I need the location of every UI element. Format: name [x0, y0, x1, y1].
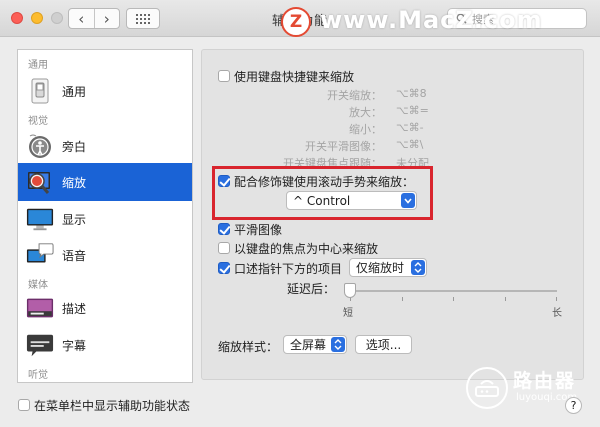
smooth-images-checkbox[interactable]	[218, 223, 230, 235]
keyboard-shortcuts-label: 使用键盘快捷键来缩放	[234, 70, 355, 84]
speak-mode-value: 仅缩放时	[356, 261, 405, 275]
watermark-text: www.MacZ.com	[320, 6, 543, 34]
speak-under-pointer-checkbox[interactable]	[218, 262, 230, 274]
sidebar-item-label: 描述	[62, 301, 87, 316]
help-button[interactable]: ?	[565, 397, 582, 414]
modifier-key-popup[interactable]: ^ Control	[286, 191, 417, 210]
zoom-options-button[interactable]: 选项...	[355, 335, 412, 354]
smooth-images-label: 平滑图像	[234, 223, 283, 237]
sidebar-item-descriptions[interactable]: 描述	[18, 289, 192, 327]
back-button[interactable]: ‹	[69, 9, 94, 28]
shortcut-toggle-zoom-label: 开关缩放：	[327, 89, 382, 102]
sidebar-item-display[interactable]: 显示	[18, 200, 192, 238]
zoom-icon	[26, 168, 54, 196]
chevron-updown-icon	[331, 337, 345, 352]
zoom-style-label: 缩放样式：	[218, 340, 279, 354]
sidebar-item-label: 显示	[62, 212, 87, 227]
chevron-left-icon: ‹	[78, 9, 85, 28]
sidebar: 通用 通用 视觉 旁白 缩放 显示 语音 媒体 描述 字幕 听觉	[17, 49, 193, 383]
zoom-style-value: 全屏幕	[290, 338, 327, 352]
router-watermark-text: 路由器	[513, 370, 577, 392]
delay-min-label: 短	[343, 308, 353, 319]
sidebar-item-label: 语音	[62, 248, 87, 263]
display-icon	[26, 205, 54, 233]
sidebar-section-general: 通用	[28, 60, 48, 71]
slider-tick	[556, 297, 557, 301]
shortcut-smooth-keys: ⌥⌘\	[396, 138, 424, 151]
zoom-window-button[interactable]	[51, 12, 63, 24]
chevron-right-icon: ›	[103, 9, 110, 28]
sidebar-item-captions[interactable]: 字幕	[18, 326, 192, 364]
title-bar: ‹ › 辅助功能 搜索 Z www.MacZ.com	[0, 0, 600, 37]
slider-tick	[505, 297, 506, 301]
sidebar-item-voiceover[interactable]: 旁白	[18, 127, 192, 165]
keyboard-shortcuts-checkbox[interactable]	[218, 70, 230, 82]
voiceover-icon	[26, 132, 54, 160]
delay-slider-track[interactable]	[349, 290, 557, 292]
captions-icon	[26, 331, 54, 359]
sidebar-section-hearing: 听觉	[28, 370, 48, 381]
shortcut-zoom-out-label: 缩小：	[349, 123, 382, 136]
show-all-button[interactable]	[126, 8, 160, 29]
shortcut-toggle-zoom-keys: ⌥⌘8	[396, 87, 427, 100]
speak-mode-popup[interactable]: 仅缩放时	[349, 258, 427, 277]
sidebar-item-general[interactable]: 通用	[18, 72, 192, 110]
scroll-gesture-checkbox[interactable]	[218, 175, 230, 187]
sidebar-item-label: 缩放	[62, 175, 87, 190]
slider-tick	[402, 297, 403, 301]
switch-icon	[26, 77, 54, 105]
preferences-window: ‹ › 辅助功能 搜索 Z www.MacZ.com 通用	[0, 0, 600, 427]
delay-label: 延迟后：	[287, 282, 336, 296]
shortcut-zoom-out-keys: ⌥⌘-	[396, 121, 424, 134]
delay-slider-knob[interactable]	[344, 283, 356, 298]
sidebar-item-speech[interactable]: 语音	[18, 236, 192, 274]
grid-icon	[136, 13, 150, 24]
zoom-style-popup[interactable]: 全屏幕	[283, 335, 347, 354]
minimize-button[interactable]	[31, 12, 43, 24]
forward-button[interactable]: ›	[93, 9, 120, 28]
sidebar-item-zoom[interactable]: 缩放	[18, 163, 192, 201]
router-watermark-icon	[466, 367, 508, 409]
sidebar-item-label: 字幕	[62, 338, 87, 353]
watermark-logo-letter: Z	[289, 12, 303, 32]
sidebar-item-label: 旁白	[62, 139, 87, 154]
watermark-logo: Z	[281, 7, 311, 37]
slider-tick	[453, 297, 454, 301]
show-in-menubar-label: 在菜单栏中显示辅助功能状态	[34, 399, 191, 413]
shortcut-zoom-in-keys: ⌥⌘=	[396, 104, 429, 117]
sidebar-item-label: 通用	[62, 84, 87, 99]
shortcut-smooth-label: 开关平滑图像：	[305, 140, 382, 153]
sidebar-section-vision: 视觉	[28, 116, 48, 127]
follow-focus-checkbox[interactable]	[218, 242, 230, 254]
scroll-gesture-label: 配合修饰键使用滚动手势来缩放：	[234, 175, 415, 189]
modifier-key-value: ^ Control	[293, 193, 351, 208]
chevron-down-icon	[401, 193, 415, 208]
shortcut-zoom-in-label: 放大：	[349, 106, 382, 119]
close-button[interactable]	[11, 12, 23, 24]
speak-under-pointer-label: 口述指针下方的项目	[234, 262, 343, 276]
show-in-menubar-checkbox[interactable]	[18, 399, 30, 411]
delay-max-label: 长	[552, 308, 562, 319]
nav-buttons: ‹ ›	[68, 8, 120, 29]
speech-icon	[26, 241, 54, 269]
follow-focus-label: 以键盘的焦点为中心来缩放	[234, 242, 379, 256]
chevron-updown-icon	[411, 260, 425, 275]
descriptions-icon	[26, 294, 54, 322]
